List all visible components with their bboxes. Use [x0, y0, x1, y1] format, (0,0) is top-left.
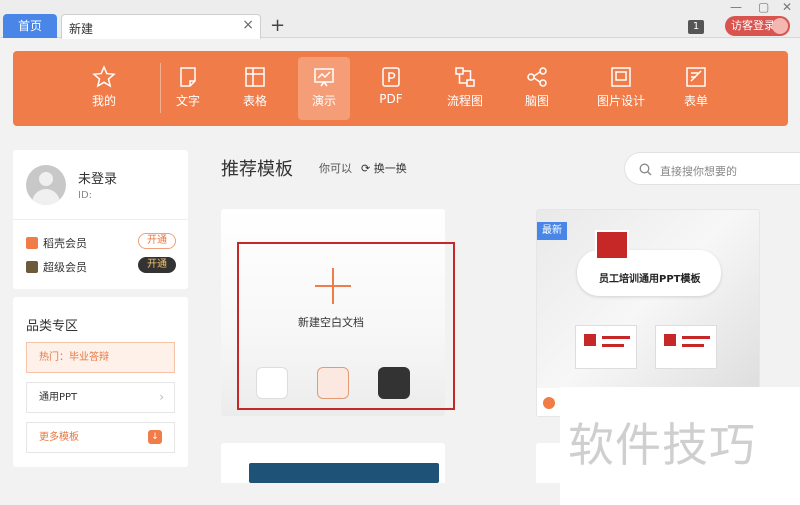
template-name: 员工培训通用PPT模板: [599, 274, 701, 285]
toolbar-item-presentation[interactable]: 演示: [298, 57, 350, 120]
toolbar-item-image-design[interactable]: 图片设计: [590, 57, 652, 120]
title-bar: 首页 新建 × + — ▢ ✕ 1 访客登录: [0, 0, 800, 39]
download-icon: ↓: [148, 430, 162, 444]
toolbar-item-mine[interactable]: 我的: [78, 57, 130, 120]
notification-badge[interactable]: 1: [688, 20, 704, 34]
category-card: 品类专区 热门：毕业答辩 通用PPT › 更多模板 ↓: [13, 297, 188, 467]
close-tab-icon[interactable]: ×: [242, 17, 254, 33]
category-hot[interactable]: 热门：毕业答辩: [26, 342, 175, 373]
divider: [13, 219, 188, 220]
membership-docer: 稻壳会员: [26, 235, 87, 251]
template-thumbnail: [249, 463, 439, 483]
open-docer-button[interactable]: 开通: [138, 233, 176, 249]
image-design-icon: [611, 67, 631, 87]
guest-login-button[interactable]: 访客登录: [725, 16, 790, 36]
user-name[interactable]: 未登录: [78, 168, 117, 187]
category-title: 品类专区: [26, 319, 79, 334]
open-super-button[interactable]: 开通: [138, 257, 176, 273]
avatar-icon: [772, 18, 788, 34]
flowchart-icon: [455, 67, 475, 87]
you-can-label: 你可以: [319, 162, 352, 175]
minimize-icon[interactable]: —: [730, 0, 742, 14]
toolbar-item-mindmap[interactable]: 脑图: [511, 57, 563, 120]
highlight-box: [237, 242, 455, 410]
membership-super: 超级会员: [26, 259, 87, 275]
document-icon: [180, 67, 196, 87]
toolbar-item-spreadsheet[interactable]: 表格: [229, 57, 281, 120]
toolbar-item-writer[interactable]: 文字: [162, 57, 214, 120]
chart-presentation-icon: [595, 230, 629, 260]
search-input[interactable]: 直接搜你想要的: [624, 152, 800, 185]
close-window-icon[interactable]: ✕: [782, 0, 792, 14]
search-placeholder: 直接搜你想要的: [660, 165, 737, 178]
avatar[interactable]: [26, 165, 66, 205]
pdf-icon: [382, 67, 400, 87]
super-vip-icon: [26, 261, 38, 273]
presentation-icon: [314, 68, 334, 87]
add-tab-icon[interactable]: +: [270, 14, 285, 38]
maximize-icon[interactable]: ▢: [758, 0, 769, 14]
template-slide-preview: [575, 325, 637, 369]
refresh-button[interactable]: ⟳ 换一换: [361, 160, 407, 176]
chevron-right-icon: ›: [159, 390, 164, 404]
docer-icon: [543, 397, 555, 409]
template-thumbnail: 员工培训通用PPT模板: [537, 210, 759, 388]
search-icon: [639, 163, 652, 176]
tab-new-label: 新建: [69, 22, 94, 36]
tab-new[interactable]: 新建 ×: [61, 14, 261, 39]
toolbar-item-form[interactable]: 表单: [670, 57, 722, 120]
table-icon: [245, 67, 265, 87]
toolbar-item-pdf[interactable]: PDF: [365, 57, 417, 120]
app-toolbar: 我的 文字 表格 演示 PDF 流程图 脑图 图片设计 表单: [13, 51, 788, 126]
toolbar-item-flowchart[interactable]: 流程图: [439, 57, 491, 120]
docer-vip-icon: [26, 237, 38, 249]
template-slide-preview: [655, 325, 717, 369]
form-icon: [686, 67, 706, 87]
tab-home[interactable]: 首页: [3, 14, 57, 38]
category-item-general-ppt[interactable]: 通用PPT ›: [26, 382, 175, 413]
new-badge: 最新: [537, 222, 567, 240]
category-item-more-templates[interactable]: 更多模板 ↓: [26, 422, 175, 453]
template-card-bottom-left[interactable]: [221, 443, 445, 483]
refresh-icon: ⟳: [361, 162, 371, 175]
page-title: 推荐模板: [221, 159, 293, 180]
guest-login-label: 访客登录: [731, 19, 775, 32]
user-card: 未登录 ID: 稻壳会员 开通 超级会员 开通: [13, 150, 188, 289]
user-id: ID:: [78, 190, 93, 201]
toolbar-divider: [160, 63, 161, 113]
star-icon: [92, 65, 116, 88]
template-card[interactable]: 员工培训通用PPT模板 最新: [536, 209, 760, 417]
watermark: 软件技巧: [560, 387, 800, 505]
mindmap-icon: [527, 67, 547, 87]
